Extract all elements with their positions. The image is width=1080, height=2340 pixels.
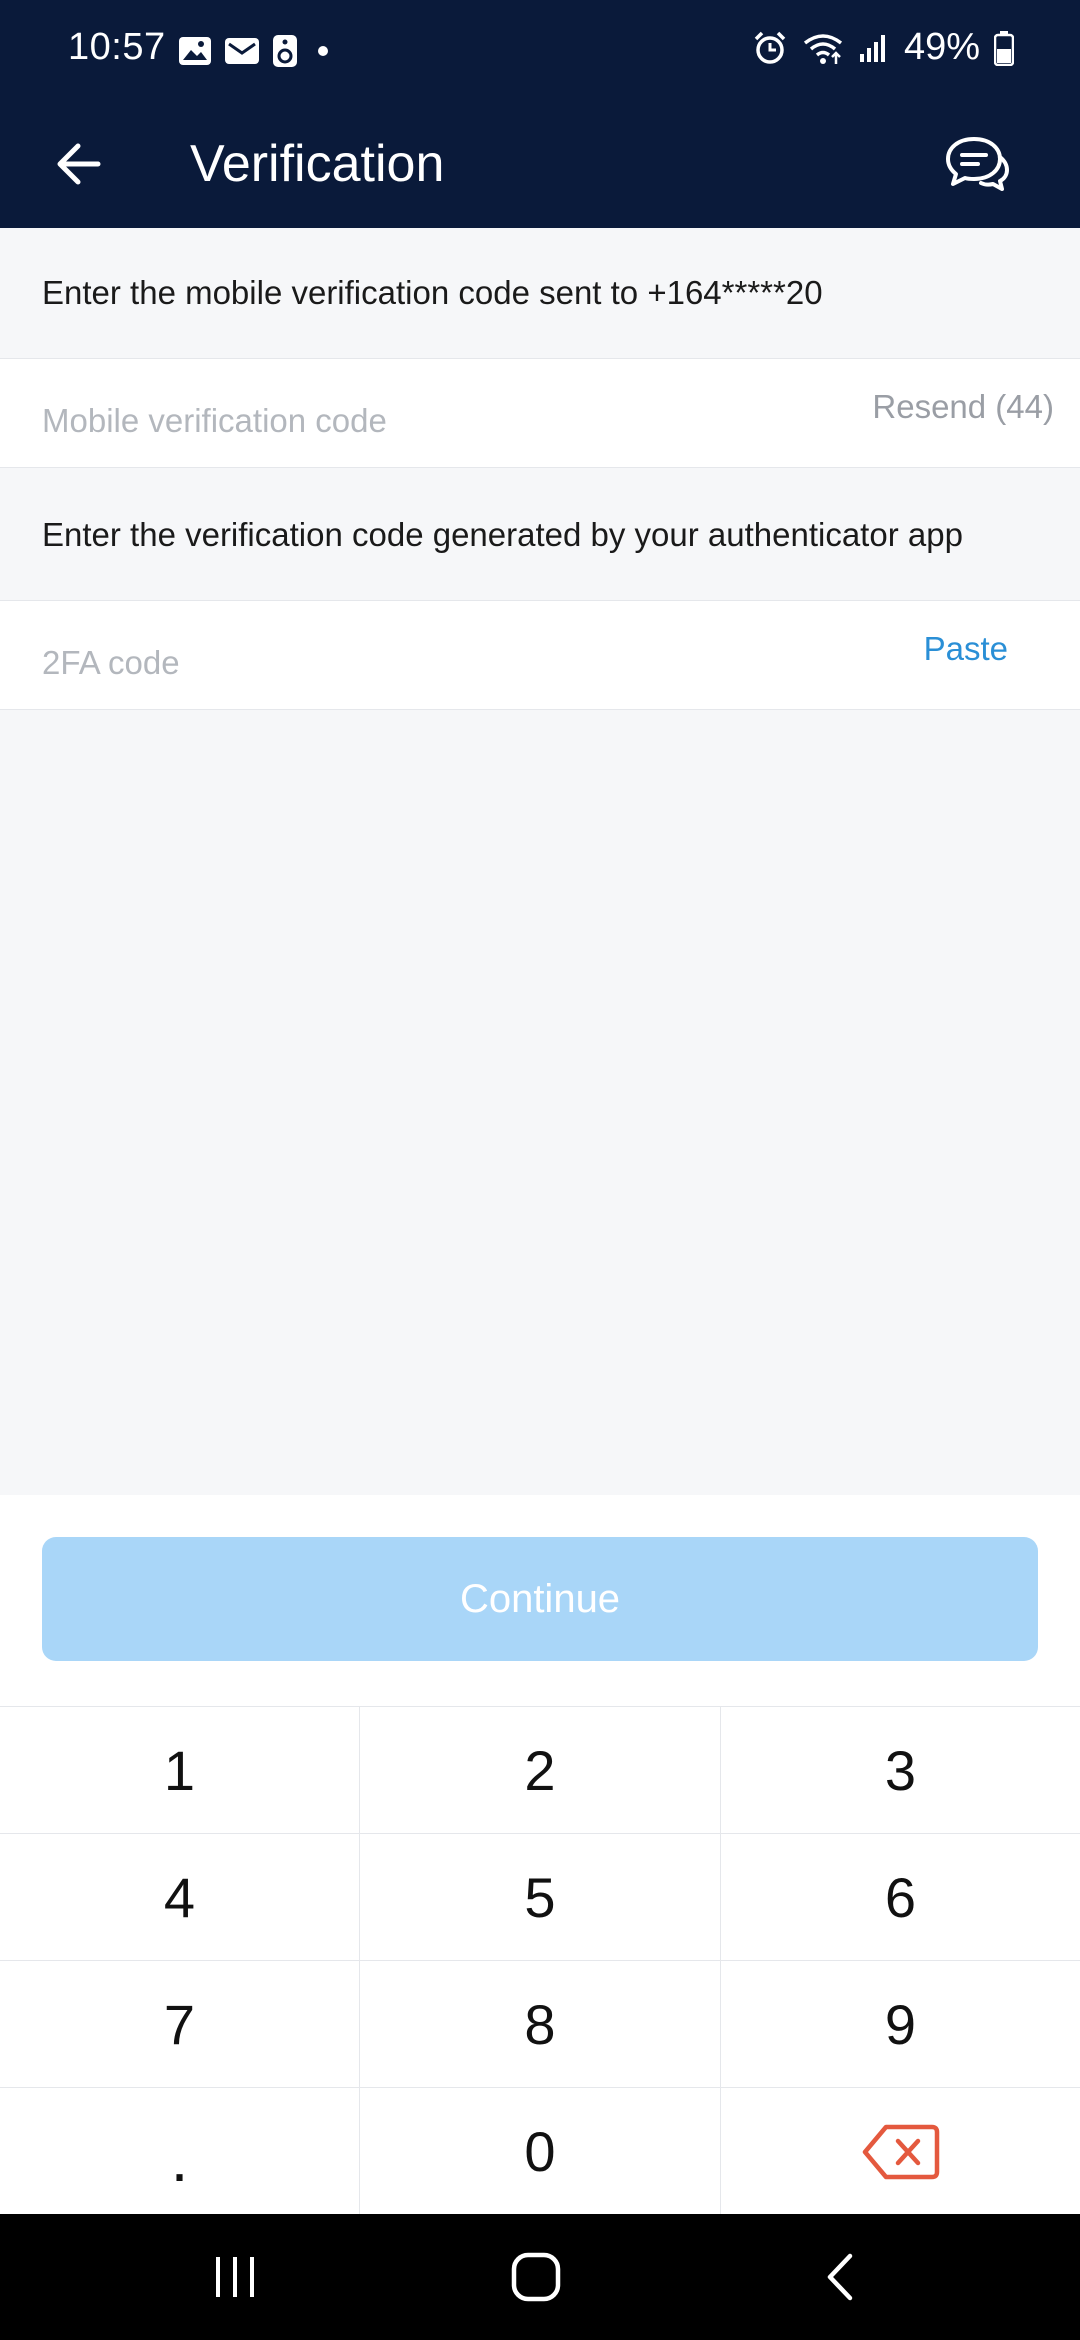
chat-bubbles-icon — [946, 137, 1009, 191]
sms-instruction: Enter the mobile verification code sent … — [0, 228, 1080, 358]
keypad-key-4[interactable]: 4 — [0, 1834, 360, 1961]
keypad-key-7[interactable]: 7 — [0, 1961, 360, 2088]
twofa-instruction: Enter the verification code generated by… — [0, 470, 1080, 600]
system-status-icons: 49% — [752, 26, 1014, 69]
keypad-key-0[interactable]: 0 — [360, 2088, 721, 2215]
keypad-delete-button[interactable] — [721, 2088, 1080, 2215]
resend-button[interactable]: Resend (44) — [872, 359, 1054, 469]
sms-code-input[interactable] — [42, 359, 822, 469]
paste-button[interactable]: Paste — [924, 601, 1008, 711]
notification-icons — [178, 34, 336, 68]
speaker-icon — [273, 35, 297, 67]
status-bar: 10:57 49% — [0, 0, 1080, 100]
keypad-key-5[interactable]: 5 — [360, 1834, 721, 1961]
backspace-icon — [862, 2124, 939, 2179]
keypad-key-3[interactable]: 3 — [721, 1707, 1080, 1834]
numeric-keypad: 1 2 3 4 5 6 7 8 9 . 0 — [0, 1706, 1080, 2215]
app-bar: Verification — [0, 100, 1080, 228]
wifi-icon — [803, 33, 843, 64]
home-icon — [511, 2252, 561, 2302]
continue-button[interactable]: Continue — [42, 1537, 1038, 1661]
twofa-code-input[interactable] — [42, 601, 822, 711]
recents-icon — [216, 2257, 254, 2297]
mail-icon — [225, 38, 259, 64]
more-notifications-dot-icon — [318, 46, 328, 56]
gallery-icon — [179, 37, 211, 65]
status-time: 10:57 — [68, 26, 166, 68]
continue-panel: Continue — [0, 1495, 1080, 1710]
keypad-key-9[interactable]: 9 — [721, 1961, 1080, 2088]
back-button[interactable] — [38, 124, 118, 204]
keypad-key-6[interactable]: 6 — [721, 1834, 1080, 1961]
keypad-key-decimal[interactable]: . — [0, 2088, 360, 2215]
keypad-key-8[interactable]: 8 — [360, 1961, 721, 2088]
battery-percent: 49% — [903, 26, 980, 68]
chevron-left-icon — [827, 2253, 853, 2301]
sms-code-row: Resend (44) — [0, 358, 1080, 469]
home-button[interactable] — [476, 2242, 596, 2312]
twofa-code-row: Paste — [0, 600, 1080, 711]
keypad-key-1[interactable]: 1 — [0, 1707, 360, 1834]
system-navigation-bar — [0, 2214, 1080, 2340]
support-chat-button[interactable] — [932, 124, 1022, 204]
system-back-button[interactable] — [780, 2242, 900, 2312]
arrow-left-icon — [57, 143, 101, 185]
battery-icon — [994, 30, 1014, 66]
page-title: Verification — [190, 135, 445, 193]
keypad-key-2[interactable]: 2 — [360, 1707, 721, 1834]
alarm-icon — [754, 31, 786, 64]
signal-icon — [859, 34, 885, 62]
recents-button[interactable] — [175, 2242, 295, 2312]
